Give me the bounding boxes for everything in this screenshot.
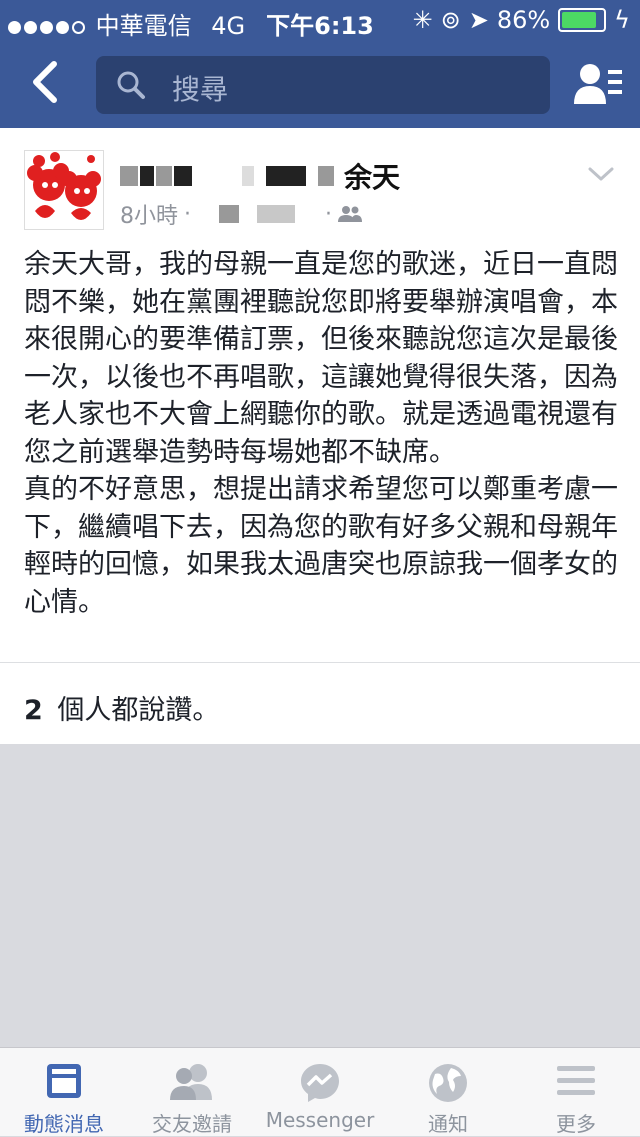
search-placeholder: 搜尋 (172, 73, 229, 106)
post-meta: 8小時 · · (120, 198, 362, 230)
tab-label: 交友邀請 (152, 1112, 232, 1136)
news-feed-icon (47, 1064, 81, 1098)
post-card: 余天 8小時 · · 余天大哥，我的母親一直是您的歌迷，近日一直悶悶不樂，她在黨… (0, 128, 640, 744)
tab-bar: 動態消息 交友邀請 Messenger 通知 更多 (0, 1047, 640, 1136)
meta-separator: · (184, 201, 191, 227)
tab-friend-requests[interactable]: 交友邀請 (128, 1048, 256, 1136)
messenger-icon (301, 1064, 339, 1102)
friends-audience-icon (338, 206, 362, 222)
battery-icon (558, 8, 607, 32)
friends-icon[interactable] (574, 62, 624, 106)
redacted-block (120, 166, 138, 186)
chevron-down-icon[interactable] (588, 166, 614, 182)
tab-more[interactable]: 更多 (512, 1048, 640, 1136)
battery-percent: 86% (496, 6, 551, 34)
redacted-block (156, 166, 172, 186)
status-right: ✳ ⊚ ➤ 86% ϟ (412, 6, 630, 34)
friend-requests-icon (170, 1064, 212, 1100)
tab-news-feed[interactable]: 動態消息 (0, 1048, 128, 1136)
tab-messenger[interactable]: Messenger (256, 1048, 384, 1136)
redacted-block (266, 166, 306, 186)
back-arrow-icon[interactable] (28, 60, 68, 104)
search-input[interactable]: 搜尋 (96, 56, 550, 114)
likes-text: 個人都說讚。 (57, 695, 220, 726)
activity-icon: ✳ (412, 6, 433, 34)
avatar[interactable] (24, 150, 104, 230)
menu-icon (557, 1066, 595, 1095)
author-name-row[interactable]: 余天 (120, 158, 400, 194)
rotation-lock-icon: ⊚ (440, 6, 461, 34)
meta-separator: · (325, 201, 332, 227)
tab-label: 更多 (556, 1112, 596, 1136)
post-body: 余天大哥，我的母親一直是您的歌迷，近日一直悶悶不樂，她在黨團裡聽說您即將要舉辦演… (24, 249, 618, 618)
location-icon: ➤ (468, 6, 489, 34)
likes-summary[interactable]: 2 個人都說讚。 (24, 688, 219, 727)
redacted-block (318, 166, 334, 186)
redacted-block (140, 166, 154, 186)
tab-label: Messenger (265, 1108, 375, 1132)
likes-count: 2 (24, 695, 43, 726)
status-bar: 中華電信 4G 下午6:13 ✳ ⊚ ➤ 86% ϟ (0, 0, 640, 40)
tab-label: 動態消息 (24, 1112, 104, 1136)
cartoon-mice-icon (25, 151, 103, 229)
charging-icon: ϟ (614, 6, 630, 34)
nav-bar: 搜尋 (0, 40, 640, 128)
globe-icon (429, 1064, 467, 1102)
author-name[interactable]: 余天 (344, 156, 400, 196)
tab-label: 通知 (428, 1112, 468, 1136)
redacted-block (242, 166, 254, 186)
post-time[interactable]: 8小時 (120, 198, 178, 230)
divider (0, 662, 640, 663)
tab-notifications[interactable]: 通知 (384, 1048, 512, 1136)
search-icon (117, 71, 145, 99)
redacted-block (257, 205, 295, 223)
redacted-block (174, 166, 192, 186)
redacted-block (219, 205, 239, 223)
